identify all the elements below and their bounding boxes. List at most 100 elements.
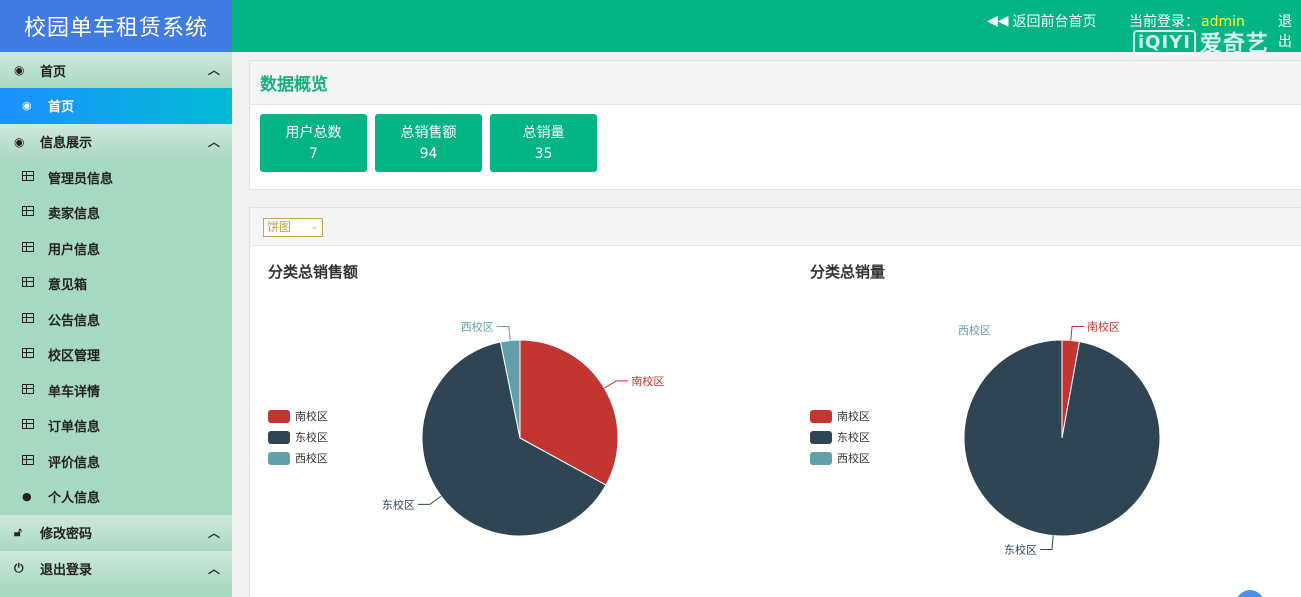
sidebar-item-label: 管理员信息 xyxy=(48,171,114,187)
lock-icon: 🔓︎ xyxy=(14,525,22,539)
chart-type-select[interactable]: 饼图 ⌄ xyxy=(263,218,323,237)
stat-label: 总销售额 xyxy=(400,125,457,141)
chevron-up-icon: ︿ xyxy=(207,525,220,540)
sidebar-item-order-info[interactable]: 订单信息 xyxy=(0,408,232,444)
slice-east-campus[interactable] xyxy=(963,339,1161,537)
iqiyi-watermark: iQIYI 爱奇艺 xyxy=(1133,26,1269,58)
label-line xyxy=(1039,535,1054,551)
panel-title: 数据概览 xyxy=(250,61,1301,105)
sidebar-group-label: 首页 xyxy=(40,64,67,80)
legend-swatch xyxy=(810,430,832,444)
sidebar-item-label: 校区管理 xyxy=(48,349,101,365)
slice-label: 西校区 xyxy=(461,320,494,334)
stat-value: 94 xyxy=(419,146,438,162)
pie-chart-sales-volume: 南校区东校区 西校区 xyxy=(958,319,1161,557)
table-icon xyxy=(22,419,34,430)
label-line xyxy=(1070,325,1085,341)
slice-label: 南校区 xyxy=(631,374,664,388)
legend-item[interactable]: 西校区 xyxy=(268,450,328,466)
table-icon xyxy=(22,241,34,252)
chevron-up-icon: ︿ xyxy=(207,63,220,77)
sidebar-item-label: 评价信息 xyxy=(48,455,101,471)
charts-panel: 饼图 ⌄ 分类总销售额 南校区 东校区 西校区 南校区 东校区 西校区 分类总销量 … xyxy=(249,207,1301,597)
table-icon xyxy=(22,170,34,181)
app-title: 校园单车租赁系统 xyxy=(0,0,232,52)
dashboard-icon: ◉ xyxy=(14,134,25,149)
logout-link[interactable]: 退出 xyxy=(1278,11,1301,51)
table-icon xyxy=(22,348,34,359)
label-line xyxy=(496,326,511,341)
sidebar-item-admin-info[interactable]: 管理员信息 xyxy=(0,160,232,196)
sidebar-item-home[interactable]: ◉ 首页 xyxy=(0,88,232,124)
sidebar-group-logout[interactable]: ⏻ 退出登录 ︿ xyxy=(0,550,232,587)
sidebar-item-seller-info[interactable]: 卖家信息 xyxy=(0,195,232,231)
stat-value: 35 xyxy=(534,146,553,162)
sidebar-item-label: 订单信息 xyxy=(48,420,101,436)
legend-swatch xyxy=(810,409,832,423)
legend-label: 南校区 xyxy=(837,410,870,423)
power-icon: ⏻ xyxy=(14,561,24,575)
legend-label: 东校区 xyxy=(295,431,328,444)
stat-label: 总销量 xyxy=(522,125,565,141)
legend-item[interactable]: 西校区 xyxy=(810,450,870,466)
slice-label: 西校区 xyxy=(958,323,991,337)
stat-card-users: 用户总数 7 xyxy=(260,114,367,172)
sidebar-group-label: 信息展示 xyxy=(40,136,93,151)
legend-swatch xyxy=(268,430,290,444)
chevron-up-icon: ︿ xyxy=(207,134,220,149)
chevron-up-icon: ︿ xyxy=(207,561,220,576)
sidebar-item-bike-details[interactable]: 单车详情 xyxy=(0,373,232,409)
legend-item[interactable]: 南校区 xyxy=(810,408,870,424)
user-icon: ● xyxy=(22,490,32,504)
legend-item[interactable]: 东校区 xyxy=(268,429,328,445)
chevron-down-icon: ⌄ xyxy=(310,222,318,232)
legend-item[interactable]: 东校区 xyxy=(810,429,870,445)
sidebar-item-label: 首页 xyxy=(48,100,75,116)
table-icon xyxy=(22,312,34,323)
sidebar-group-label: 修改密码 xyxy=(40,527,93,542)
sidebar-group-change-password[interactable]: 🔓︎ 修改密码 ︿ xyxy=(0,514,232,551)
chart-title-sales-volume: 分类总销量 xyxy=(810,263,886,281)
stat-card-sales-amount: 总销售额 94 xyxy=(375,114,482,172)
iqiyi-logo: iQIYI xyxy=(1133,29,1196,55)
stat-label: 用户总数 xyxy=(285,125,342,141)
sidebar-group-info[interactable]: ◉ 信息展示 ︿ xyxy=(0,123,232,160)
sidebar-group-label: 退出登录 xyxy=(40,563,93,578)
label-line xyxy=(417,495,442,505)
back-to-front-link[interactable]: ◀◀ 返回前台首页 xyxy=(987,11,1097,31)
sidebar-item-user-info[interactable]: 用户信息 xyxy=(0,231,232,267)
label-line xyxy=(604,380,629,389)
sidebar-item-feedback[interactable]: 意见箱 xyxy=(0,266,232,302)
legend-label: 南校区 xyxy=(295,410,328,423)
double-chevron-left-icon: ◀◀ xyxy=(987,13,1009,29)
back-label: 返回前台首页 xyxy=(1012,14,1097,30)
chart-type-value: 饼图 xyxy=(267,220,292,234)
legend-swatch xyxy=(268,409,290,423)
legend-swatch xyxy=(810,451,832,465)
sidebar-item-label: 意见箱 xyxy=(48,278,88,294)
sidebar-item-review-info[interactable]: 评价信息 xyxy=(0,444,232,480)
table-icon xyxy=(22,383,34,394)
sidebar-item-campus-management[interactable]: 校区管理 xyxy=(0,337,232,373)
legend-label: 西校区 xyxy=(837,452,870,465)
sidebar-item-notice-info[interactable]: 公告信息 xyxy=(0,302,232,338)
stat-value: 7 xyxy=(309,146,318,162)
chart-title-sales-amount: 分类总销售额 xyxy=(268,263,359,281)
dashboard-icon: ◉ xyxy=(22,99,32,113)
legend-label: 东校区 xyxy=(837,431,870,444)
data-overview-panel: 数据概览 用户总数 7 总销售额 94 总销量 35 xyxy=(249,60,1301,190)
pie-chart-sales-amount: 南校区东校区 西校区 xyxy=(382,320,664,537)
dashboard-icon: ◉ xyxy=(14,63,25,77)
sidebar-item-label: 卖家信息 xyxy=(48,207,101,223)
sidebar-item-label: 个人信息 xyxy=(48,491,101,507)
slice-label: 东校区 xyxy=(382,497,415,511)
stat-card-sales-volume: 总销量 35 xyxy=(490,114,597,172)
watermark-text: 爱奇艺 xyxy=(1199,32,1269,57)
sidebar-item-label: 公告信息 xyxy=(48,313,101,329)
slice-label: 东校区 xyxy=(1004,543,1037,557)
slice-label: 南校区 xyxy=(1087,319,1120,333)
sidebar-group-home[interactable]: ◉ 首页 ︿ xyxy=(0,52,232,88)
legend-item[interactable]: 南校区 xyxy=(268,408,328,424)
legend-label: 西校区 xyxy=(295,452,328,465)
sidebar-item-personal-info[interactable]: ● 个人信息 xyxy=(0,479,232,515)
